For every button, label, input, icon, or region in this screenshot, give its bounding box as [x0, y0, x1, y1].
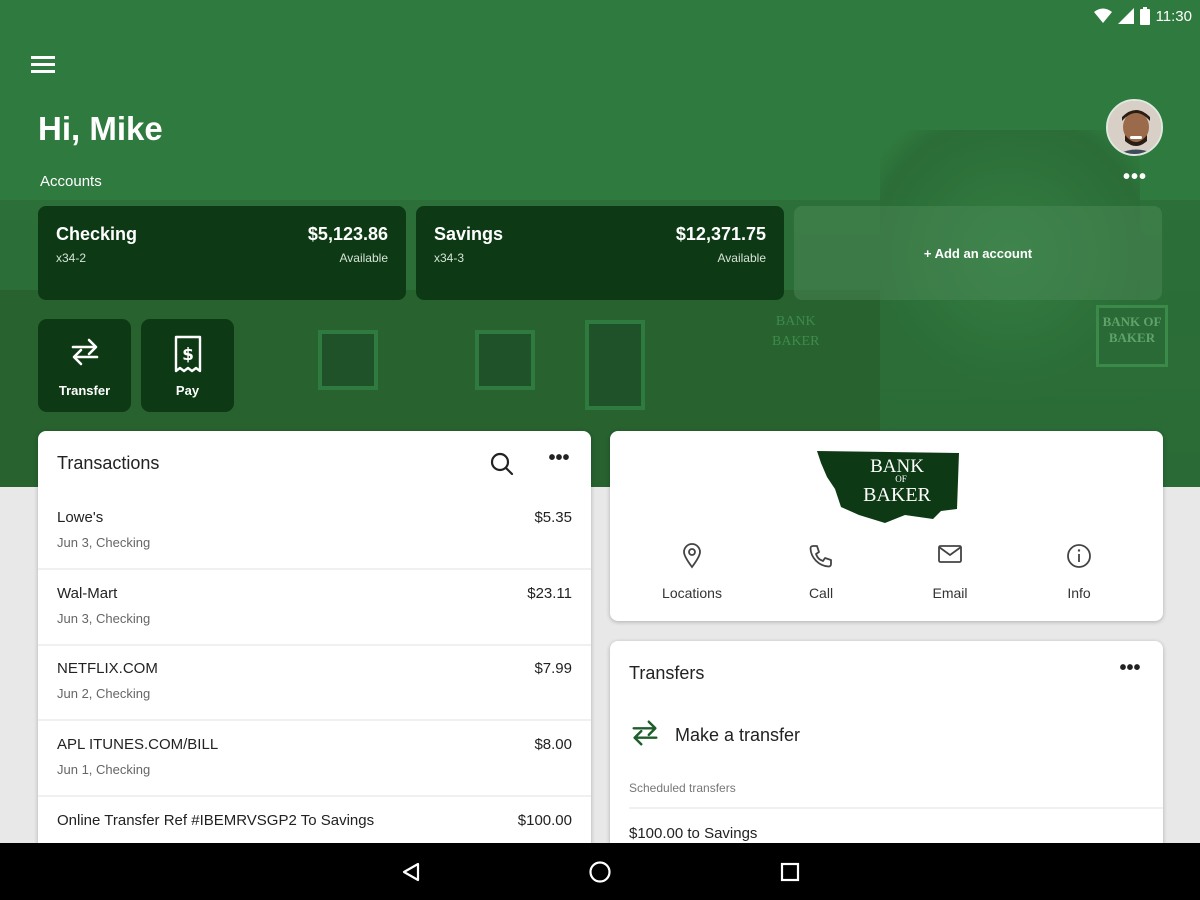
account-name: Savings	[434, 224, 504, 244]
transaction-row[interactable]: NETFLIX.COM Jun 2, Checking $7.99	[38, 646, 591, 721]
transfer-button[interactable]: Transfer	[38, 319, 131, 412]
bill-icon: $	[141, 335, 234, 373]
call-label: Call	[808, 585, 834, 601]
back-icon[interactable]	[398, 859, 424, 885]
make-transfer-label: Make a transfer	[675, 724, 801, 745]
transaction-row[interactable]: Wal-Mart Jun 3, Checking $23.11	[38, 571, 591, 646]
transfers-title: Transfers	[629, 663, 705, 683]
info-icon	[1029, 543, 1129, 571]
account-balance: $5,123.86	[307, 224, 388, 244]
transaction-details: Jun 1, Checking	[57, 762, 151, 777]
transfers-more-icon[interactable]: •••	[1116, 658, 1144, 683]
transaction-details: Jun 3, Checking	[57, 535, 151, 550]
accounts-more-icon[interactable]: •••	[1122, 167, 1148, 190]
status-time: 11:30	[1155, 7, 1192, 25]
transaction-amount: $5.35	[534, 509, 572, 526]
building-door	[585, 320, 645, 410]
bank-logo: BANK OF BAKER	[815, 449, 961, 525]
avatar[interactable]	[1106, 99, 1163, 156]
building-window	[475, 330, 535, 390]
transfer-icon	[629, 717, 661, 754]
transaction-merchant: APL ITUNES.COM/BILL	[57, 736, 219, 753]
add-account-button[interactable]: + Add an account	[794, 206, 1162, 300]
account-number: x34-2	[56, 251, 87, 265]
email-label: Email	[932, 585, 968, 601]
wifi-icon	[1093, 8, 1112, 23]
transaction-amount: $23.11	[527, 585, 572, 602]
account-number: x34-3	[434, 251, 465, 265]
transfer-icon	[38, 335, 131, 369]
make-transfer-button[interactable]: Make a transfer	[629, 717, 800, 753]
account-balance: $12,371.75	[675, 224, 766, 244]
transaction-details: Jun 3, Checking	[57, 611, 151, 626]
account-card-checking[interactable]: Checking x34-2 $5,123.86 Available	[38, 206, 406, 300]
building-window	[318, 330, 378, 390]
divider	[629, 807, 1163, 809]
location-pin-icon	[642, 543, 742, 571]
phone-icon	[771, 543, 871, 571]
transaction-merchant: NETFLIX.COM	[57, 660, 158, 677]
transactions-card: Transactions ••• Lowe's Jun 3, Checking …	[38, 431, 591, 861]
svg-text:BAKER: BAKER	[863, 484, 931, 506]
pay-label: Pay	[175, 383, 200, 398]
building-lettering: BANK BAKER	[772, 314, 820, 349]
transactions-more-icon[interactable]: •••	[545, 448, 573, 473]
locations-label: Locations	[662, 585, 722, 601]
transfers-card: Transfers ••• Make a transfer Scheduled …	[610, 641, 1163, 861]
pay-button[interactable]: $ Pay	[141, 319, 234, 412]
svg-text:OF: OF	[895, 474, 907, 484]
transaction-merchant: Lowe's	[57, 509, 104, 526]
recents-icon[interactable]	[777, 859, 803, 885]
transaction-amount: $8.00	[534, 736, 572, 753]
transactions-title: Transactions	[57, 453, 160, 473]
battery-icon	[1139, 7, 1150, 25]
email-button[interactable]: Email	[900, 543, 1000, 601]
scheduled-transfers-label: Scheduled transfers	[629, 781, 736, 795]
transaction-merchant: Wal-Mart	[57, 585, 118, 602]
account-name: Checking	[56, 224, 138, 244]
call-button[interactable]: Call	[771, 543, 871, 601]
email-icon	[900, 543, 1000, 571]
info-button[interactable]: Info	[1029, 543, 1129, 601]
accounts-section-label: Accounts	[40, 173, 102, 190]
transaction-amount: $100.00	[517, 812, 572, 829]
scheduled-transfer-item[interactable]: $100.00 to Savings	[629, 825, 757, 842]
account-card-savings[interactable]: Savings x34-3 $12,371.75 Available	[416, 206, 784, 300]
greeting-title: Hi, Mike	[38, 110, 163, 147]
cellular-icon	[1117, 8, 1134, 24]
svg-text:$: $	[182, 345, 194, 365]
transfer-label: Transfer	[58, 383, 111, 398]
balance-label: Available	[339, 251, 388, 265]
transaction-amount: $7.99	[534, 660, 572, 677]
search-icon[interactable]	[489, 451, 515, 477]
status-bar: 11:30	[1093, 6, 1192, 26]
system-nav-bar	[0, 843, 1200, 900]
info-label: Info	[1067, 585, 1091, 601]
locations-button[interactable]: Locations	[642, 543, 742, 601]
transaction-row[interactable]: APL ITUNES.COM/BILL Jun 1, Checking $8.0…	[38, 722, 591, 797]
home-icon[interactable]	[587, 859, 613, 885]
transaction-row[interactable]: Lowe's Jun 3, Checking $5.35	[38, 495, 591, 570]
hamburger-menu-icon[interactable]	[30, 54, 56, 76]
balance-label: Available	[717, 251, 766, 265]
transaction-details: Jun 2, Checking	[57, 686, 151, 701]
bank-sign: BANK OF BAKER	[1096, 305, 1168, 367]
transaction-merchant: Online Transfer Ref #IBEMRVSGP2 To Savin…	[57, 812, 375, 829]
bank-contact-card: BANK OF BAKER Locations Call Email Info	[610, 431, 1163, 621]
